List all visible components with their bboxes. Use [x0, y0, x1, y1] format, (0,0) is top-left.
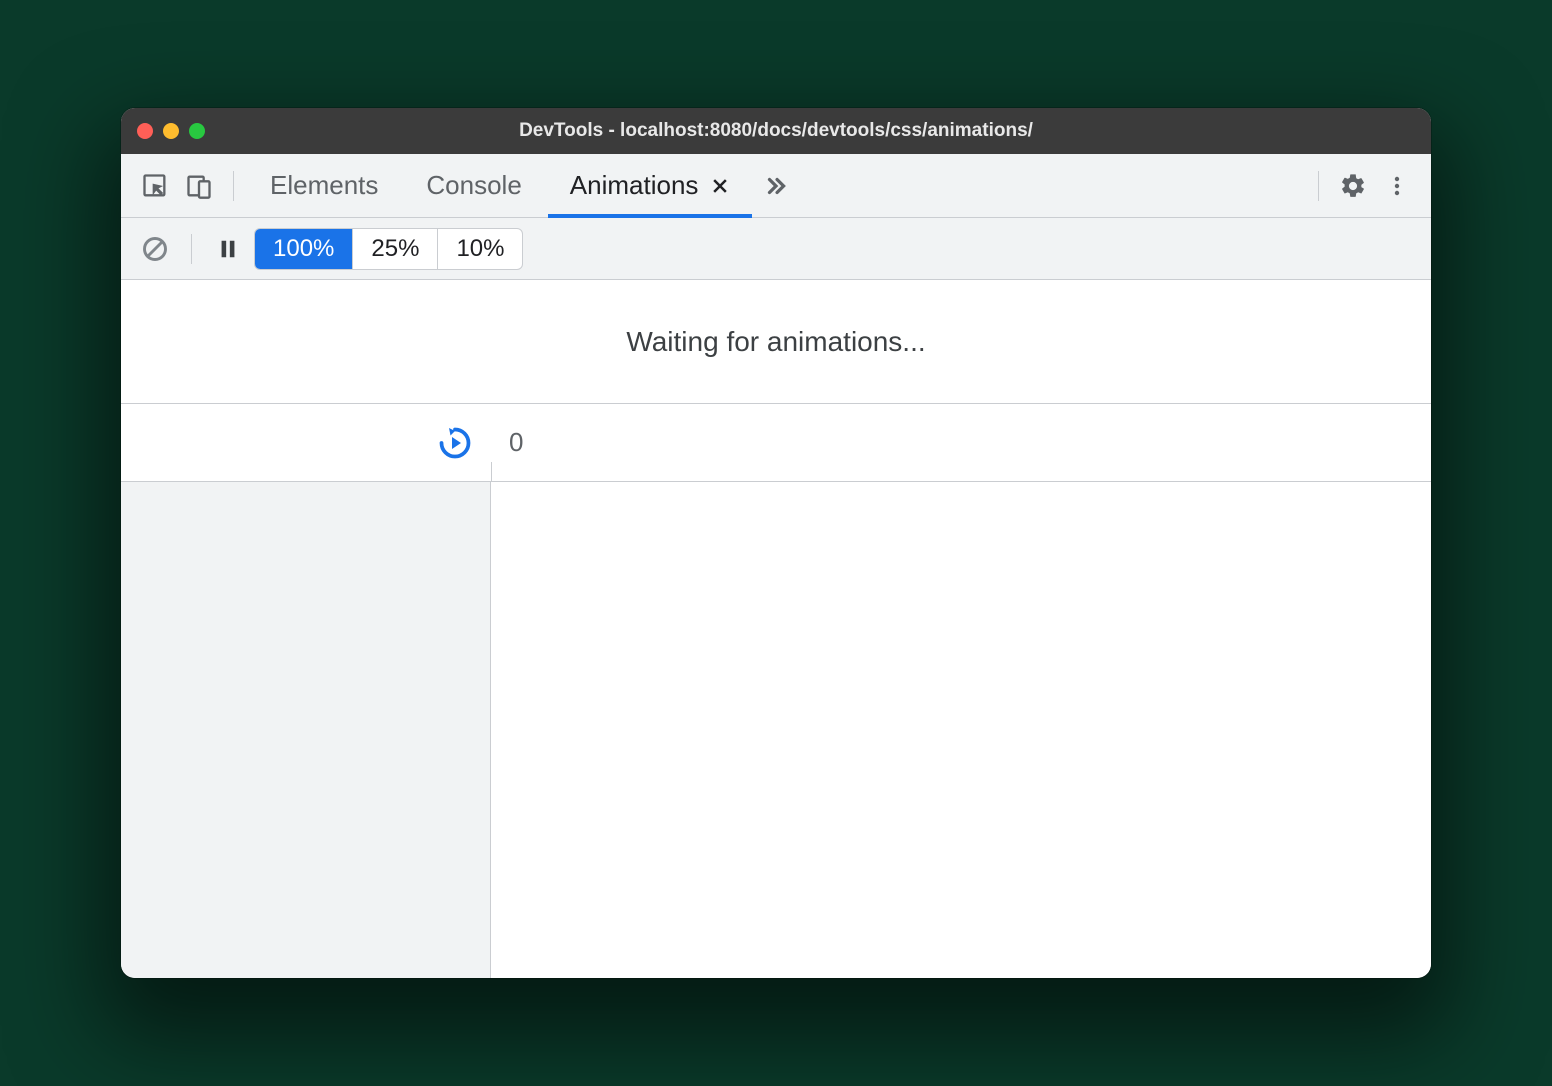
timeline-track-area[interactable]	[491, 482, 1431, 978]
pause-icon[interactable]	[208, 229, 248, 269]
playback-speed-group: 100% 25% 10%	[254, 228, 523, 270]
window-title: DevTools - localhost:8080/docs/devtools/…	[121, 120, 1431, 142]
traffic-lights	[137, 123, 205, 139]
separator	[1318, 171, 1319, 201]
tab-bar: Elements Console Animations	[121, 154, 1431, 218]
replay-icon[interactable]	[437, 425, 473, 461]
tab-label: Console	[426, 170, 521, 201]
kebab-menu-icon[interactable]	[1377, 166, 1417, 206]
minimize-window-button[interactable]	[163, 123, 179, 139]
timeline-header: 0	[121, 404, 1431, 482]
tab-elements[interactable]: Elements	[248, 154, 400, 217]
settings-icon[interactable]	[1333, 166, 1373, 206]
speed-25-button[interactable]: 25%	[353, 229, 438, 269]
inspect-element-icon[interactable]	[135, 166, 175, 206]
speed-10-button[interactable]: 10%	[438, 229, 522, 269]
tab-label: Animations	[570, 170, 699, 201]
speed-100-button[interactable]: 100%	[255, 229, 353, 269]
tab-console[interactable]: Console	[404, 154, 543, 217]
waiting-message: Waiting for animations...	[121, 280, 1431, 404]
more-tabs-icon[interactable]	[756, 166, 796, 206]
separator	[191, 234, 192, 264]
tab-label: Elements	[270, 170, 378, 201]
device-toggle-icon[interactable]	[179, 166, 219, 206]
zoom-window-button[interactable]	[189, 123, 205, 139]
close-window-button[interactable]	[137, 123, 153, 139]
close-icon[interactable]	[710, 176, 730, 196]
timeline-sidebar	[121, 482, 491, 978]
clear-icon[interactable]	[135, 229, 175, 269]
timeline-header-left	[121, 404, 491, 481]
timeline-header-right: 0	[491, 404, 1431, 481]
timeline-body	[121, 482, 1431, 978]
tab-animations[interactable]: Animations	[548, 154, 753, 217]
titlebar: DevTools - localhost:8080/docs/devtools/…	[121, 108, 1431, 154]
animations-toolbar: 100% 25% 10%	[121, 218, 1431, 280]
separator	[233, 171, 234, 201]
devtools-window: DevTools - localhost:8080/docs/devtools/…	[121, 108, 1431, 978]
timeline-zero-label: 0	[509, 427, 523, 458]
